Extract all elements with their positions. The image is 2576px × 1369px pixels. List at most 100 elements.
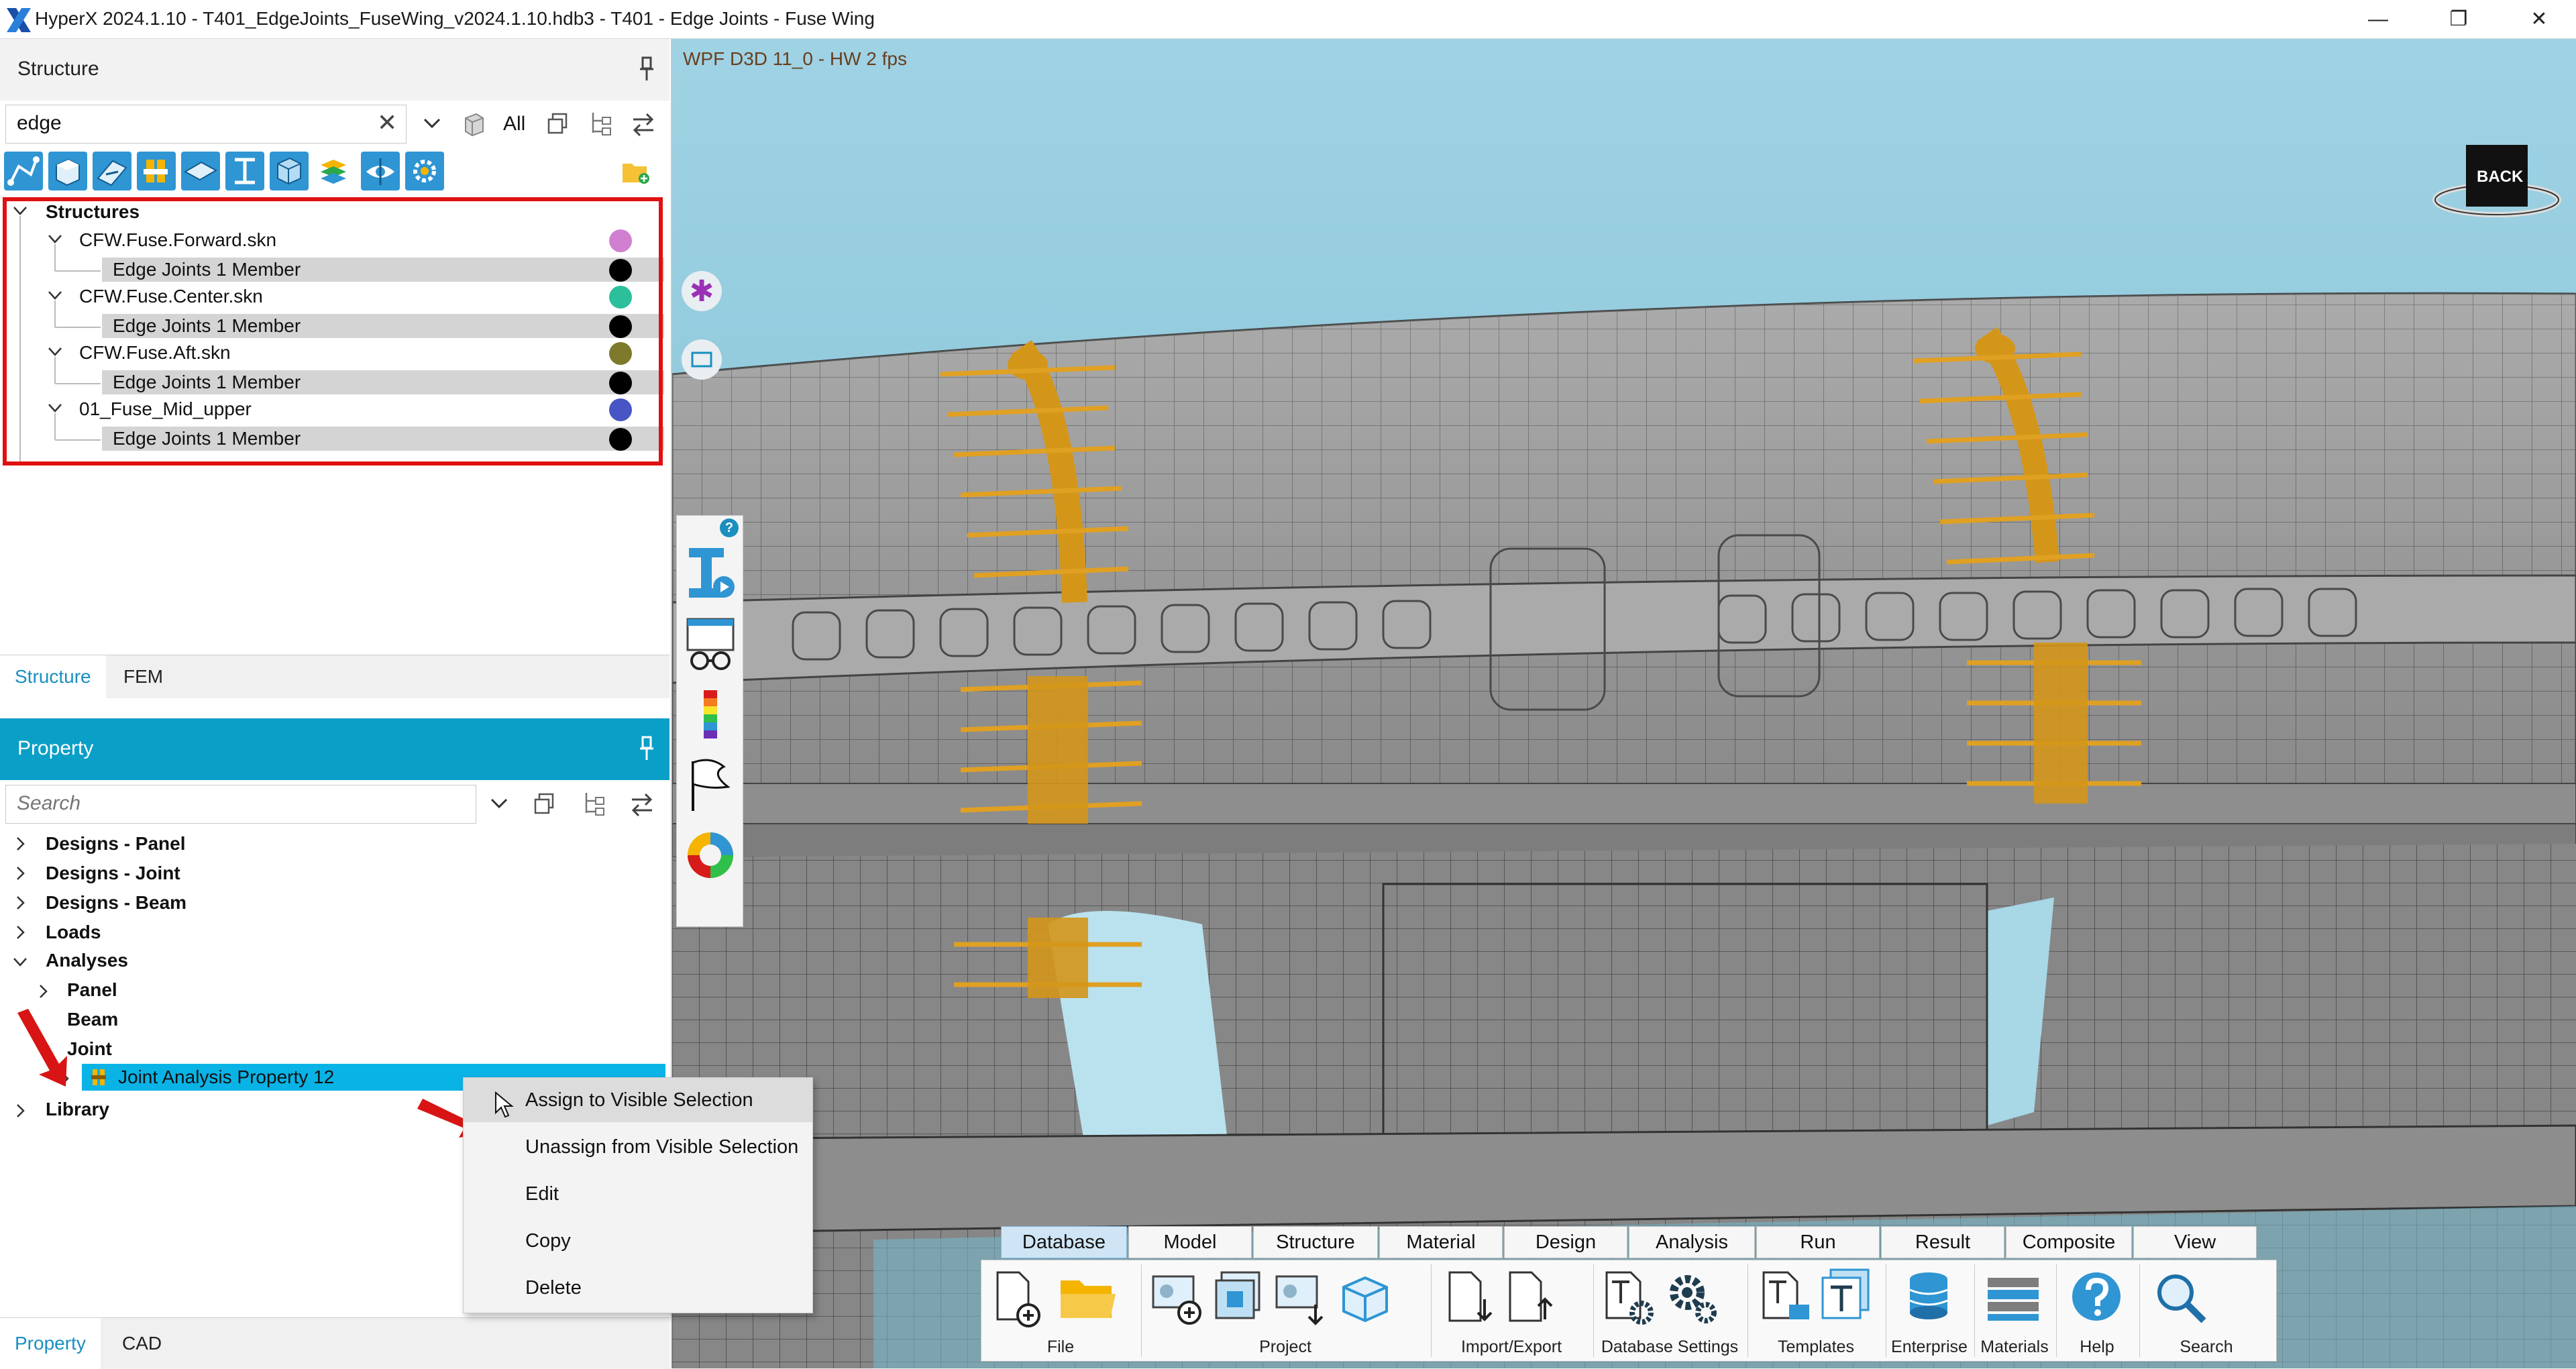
menu-item-assign[interactable]: Assign to Visible Selection — [464, 1078, 812, 1122]
structure-panel-title: Structure — [17, 58, 99, 80]
minimize-button[interactable]: — — [2341, 0, 2415, 38]
eye-filter-tool-icon[interactable] — [361, 152, 400, 190]
flag-tool-icon[interactable] — [684, 757, 737, 814]
view-cube-back-label[interactable]: BACK — [2477, 168, 2523, 186]
context-menu: Assign to Visible Selection Unassign fro… — [463, 1077, 813, 1313]
beam-section-tool-icon[interactable] — [684, 545, 737, 602]
ribbon-tab-composite[interactable]: Composite — [2006, 1226, 2132, 1258]
tree-designs-beam[interactable]: Designs - Beam — [46, 892, 186, 914]
help-badge-icon[interactable]: ? — [720, 518, 739, 537]
tab-cad[interactable]: CAD — [107, 1318, 176, 1369]
gear-settings-icon[interactable] — [1664, 1270, 1721, 1330]
color-wheel-tool-icon[interactable] — [684, 827, 737, 883]
template-icon[interactable] — [1760, 1270, 1816, 1330]
hyperx-logo-icon — [7, 8, 31, 32]
search-icon[interactable] — [2153, 1270, 2209, 1330]
view-cube[interactable]: BACK — [2424, 106, 2565, 227]
tab-structure[interactable]: Structure — [0, 655, 106, 698]
solid-tool-icon[interactable] — [48, 152, 87, 190]
tree-designs-joint[interactable]: Designs - Joint — [46, 863, 180, 884]
maximize-button[interactable]: ❐ — [2422, 0, 2496, 38]
tree-hierarchy-icon[interactable] — [581, 790, 608, 817]
ribbon-tab-analysis[interactable]: Analysis — [1629, 1226, 1755, 1258]
structure-tree: Structures CFW.Fuse.Forward.skn Edge Joi… — [0, 197, 669, 680]
chevron-down-icon[interactable] — [423, 117, 441, 130]
new-project-icon[interactable] — [1150, 1274, 1207, 1327]
selection-box-tool-button[interactable] — [682, 339, 722, 380]
panel-tool-icon[interactable] — [93, 152, 131, 190]
ribbon-tab-design[interactable]: Design — [1504, 1226, 1627, 1258]
package-icon[interactable] — [1337, 1270, 1393, 1326]
help-icon[interactable] — [2068, 1270, 2125, 1330]
menu-item-delete[interactable]: Delete — [464, 1266, 812, 1310]
property-search-input[interactable] — [15, 791, 367, 816]
property-search-box[interactable] — [5, 785, 476, 824]
project-copy-icon[interactable] — [1212, 1270, 1269, 1326]
export-icon[interactable] — [1505, 1270, 1561, 1330]
chevron-right-icon[interactable] — [35, 983, 51, 999]
swap-arrows-icon[interactable] — [631, 111, 656, 137]
glasses-view-tool-icon[interactable] — [684, 616, 737, 673]
asterisk-tool-button[interactable]: ✱ — [682, 271, 722, 311]
layers-tool-icon[interactable] — [314, 152, 353, 190]
node-tool-icon[interactable] — [4, 152, 43, 190]
ribbon-tab-result[interactable]: Result — [1881, 1226, 2004, 1258]
tree-loads[interactable]: Loads — [46, 922, 101, 943]
menu-item-unassign[interactable]: Unassign from Visible Selection — [464, 1125, 812, 1169]
tab-property[interactable]: Property — [0, 1318, 101, 1369]
tab-fem[interactable]: FEM — [109, 655, 178, 698]
template-copy-icon[interactable] — [1817, 1267, 1874, 1330]
import-icon[interactable] — [1444, 1270, 1501, 1330]
chevron-right-icon[interactable] — [12, 924, 28, 940]
collapse-all-icon[interactable] — [533, 791, 557, 816]
tree-library[interactable]: Library — [46, 1099, 109, 1120]
ribbon-tab-database[interactable]: Database — [1001, 1226, 1127, 1258]
new-folder-icon[interactable] — [621, 158, 651, 185]
pin-icon[interactable] — [639, 736, 655, 761]
menu-item-copy[interactable]: Copy — [464, 1219, 812, 1263]
tree-designs-panel[interactable]: Designs - Panel — [46, 833, 186, 855]
chevron-right-icon[interactable] — [12, 1103, 28, 1119]
structure-search-input[interactable] — [15, 111, 367, 135]
chevron-right-icon[interactable] — [12, 836, 28, 852]
box-tool-icon[interactable] — [270, 152, 309, 190]
ribbon-tab-run[interactable]: Run — [1756, 1226, 1880, 1258]
structure-search-box[interactable] — [5, 105, 407, 144]
chevron-right-icon[interactable] — [12, 865, 28, 881]
ribbon-tab-view[interactable]: View — [2133, 1226, 2257, 1258]
joint-tool-icon[interactable] — [137, 152, 176, 190]
tree-analyses-joint[interactable]: Joint — [67, 1038, 112, 1060]
swap-arrows-icon[interactable] — [629, 791, 655, 817]
enterprise-database-icon[interactable] — [1902, 1270, 1958, 1330]
collapse-all-icon[interactable] — [546, 111, 570, 135]
close-button[interactable]: ✕ — [2502, 0, 2576, 38]
3d-viewport[interactable]: WPF D3D 11_0 - HW 2 fps BACK ✱ ? — [672, 39, 2576, 1368]
beam-tool-icon[interactable] — [225, 152, 264, 190]
contour-legend-tool-icon[interactable] — [684, 688, 737, 744]
new-database-icon[interactable] — [991, 1268, 1051, 1329]
chevron-down-icon[interactable] — [490, 797, 508, 810]
tree-analyses-panel[interactable]: Panel — [67, 979, 117, 1001]
chevron-down-icon[interactable] — [35, 1041, 51, 1057]
cube-filter-icon[interactable] — [460, 110, 487, 137]
template-settings-icon[interactable] — [1603, 1270, 1659, 1330]
tree-hierarchy-icon[interactable] — [588, 110, 614, 137]
filter-all-label[interactable]: All — [503, 113, 525, 135]
chevron-right-icon[interactable] — [12, 895, 28, 911]
ribbon-tab-structure[interactable]: Structure — [1253, 1226, 1378, 1258]
ribbon-tab-model[interactable]: Model — [1128, 1226, 1252, 1258]
ribbon-tab-material[interactable]: Material — [1379, 1226, 1503, 1258]
chevron-right-icon[interactable] — [56, 1071, 72, 1087]
tree-analyses[interactable]: Analyses — [46, 950, 128, 971]
project-export-icon[interactable] — [1274, 1274, 1330, 1327]
menu-item-edit[interactable]: Edit — [464, 1172, 812, 1216]
open-folder-icon[interactable] — [1058, 1271, 1118, 1325]
tree-analyses-beam[interactable]: Beam — [67, 1009, 118, 1030]
surface-tool-icon[interactable] — [181, 152, 220, 190]
settings-tool-icon[interactable] — [405, 152, 444, 190]
clear-search-icon[interactable]: ✕ — [377, 109, 397, 137]
materials-layers-icon[interactable] — [1985, 1271, 2041, 1327]
tree-joint-analysis-property-12[interactable]: Joint Analysis Property 12 — [118, 1066, 334, 1088]
chevron-down-icon[interactable] — [12, 954, 28, 970]
pin-icon[interactable] — [639, 56, 655, 82]
